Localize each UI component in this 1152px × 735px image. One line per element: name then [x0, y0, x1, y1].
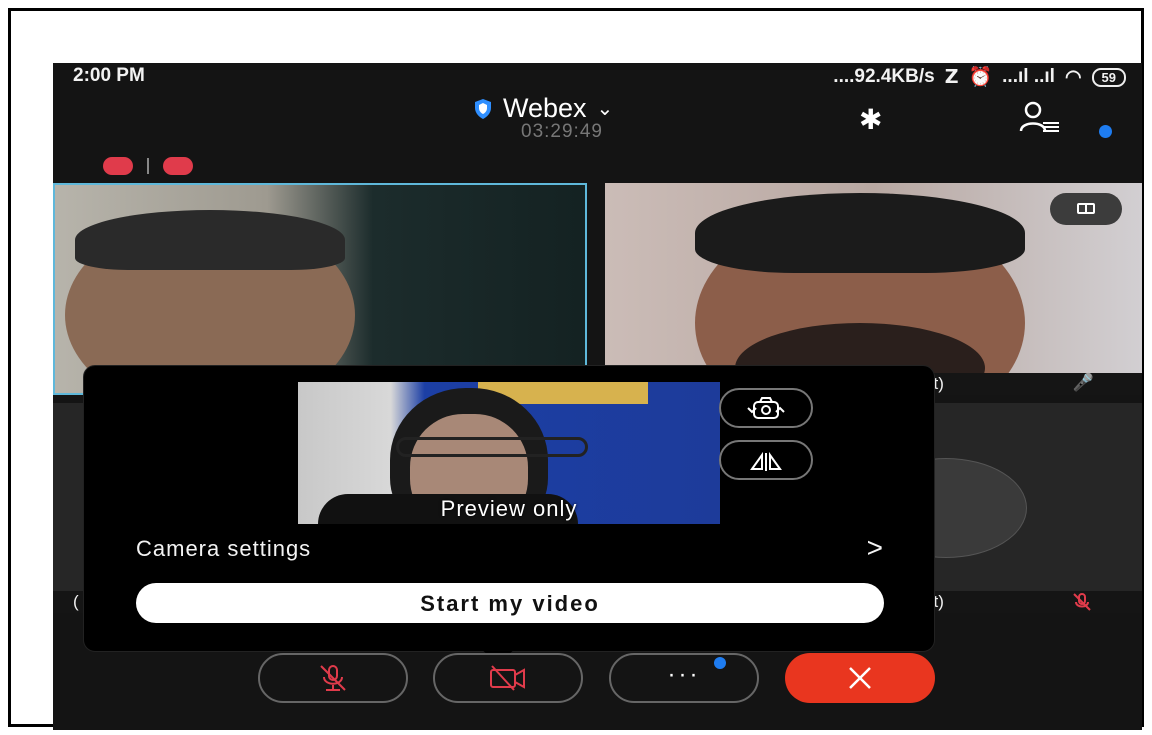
bluetooth-icon[interactable]: ✱: [859, 103, 882, 136]
notification-dot: [1099, 125, 1112, 138]
participant-name: (: [73, 592, 79, 611]
network-speed: ....92.4KB/s: [833, 66, 935, 87]
indicator-separator: [147, 158, 149, 174]
participant-hair: [75, 210, 345, 270]
phone-screen: 2:00 PM ....92.4KB/s 𝗭 ⏰ ...ıl ..ıl ◠ 59…: [53, 63, 1142, 730]
participant-hair: [695, 193, 1025, 273]
mic-muted-icon: [1073, 593, 1091, 611]
status-bar: 2:00 PM ....92.4KB/s 𝗭 ⏰ ...ıl ..ıl ◠ 59: [53, 63, 1142, 89]
meeting-header: Webex ⌄ 03:29:49 ✱: [53, 91, 1142, 143]
wifi-icon: ◠: [1064, 66, 1082, 88]
switch-camera-button[interactable]: [719, 388, 813, 428]
screenshot-frame: 2:00 PM ....92.4KB/s 𝗭 ⏰ ...ıl ..ıl ◠ 59…: [8, 8, 1144, 730]
battery-indicator: 59: [1091, 67, 1126, 87]
participant-tile-1[interactable]: [53, 183, 587, 395]
participants-icon[interactable]: [1019, 101, 1063, 133]
mute-button[interactable]: [258, 653, 408, 703]
call-controls: ···: [53, 653, 1142, 713]
preview-glasses: [396, 437, 588, 457]
close-icon: [849, 667, 871, 689]
app-name: Webex: [503, 93, 587, 123]
end-call-button[interactable]: [785, 653, 935, 703]
chevron-down-icon: ⌄: [596, 98, 614, 120]
participant-tile-2[interactable]: st) 🎤: [605, 183, 1142, 395]
video-off-icon: [490, 665, 525, 691]
mute-notification-icon: 𝗭: [944, 66, 959, 88]
camera-preview-popup: Preview only Camera settings > Start my …: [83, 365, 935, 652]
layout-grid-button[interactable]: [1050, 193, 1122, 225]
call-timer: 03:29:49: [521, 121, 603, 142]
mirror-flip-icon: [750, 451, 782, 471]
preview-only-label: Preview only: [440, 496, 578, 521]
signal-bars: ...ıl ..ıl: [1002, 66, 1055, 87]
mic-on-icon: 🎤: [1072, 373, 1094, 392]
meeting-title-dropdown[interactable]: Webex ⌄: [473, 93, 613, 124]
mic-muted-icon: [320, 665, 346, 691]
start-my-video-button[interactable]: Start my video: [136, 583, 884, 623]
self-video-preview: Preview only: [298, 382, 720, 524]
mirror-video-button[interactable]: [719, 440, 813, 480]
meeting-indicators: [103, 157, 193, 175]
notification-dot: [714, 657, 726, 669]
shield-icon: [475, 98, 491, 119]
muted-indicator-icon: [103, 157, 133, 175]
video-toggle-button[interactable]: [433, 653, 583, 703]
status-time: 2:00 PM: [73, 65, 145, 86]
camera-switch-icon: [747, 397, 785, 419]
status-right: ....92.4KB/s 𝗭 ⏰ ...ıl ..ıl ◠ 59: [833, 65, 1126, 89]
chevron-right-icon: >: [866, 532, 884, 563]
recording-indicator-icon: [163, 157, 193, 175]
more-options-button[interactable]: ···: [609, 653, 759, 703]
camera-settings-label: Camera settings: [136, 536, 312, 561]
camera-settings-row[interactable]: Camera settings >: [136, 532, 884, 570]
alarm-icon: ⏰: [968, 67, 993, 88]
more-dots-icon: ···: [667, 661, 701, 688]
